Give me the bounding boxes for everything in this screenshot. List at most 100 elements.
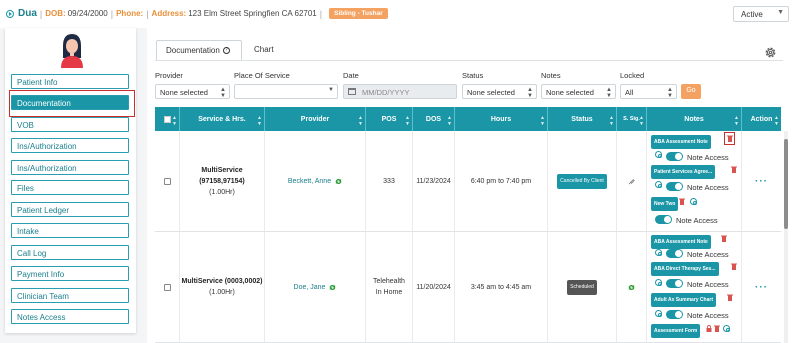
date-filter-placeholder: MM/DD/YYYY [362,88,410,97]
sidebar-item-ins-authorization[interactable]: Ins/Authorization [11,138,129,153]
trash-icon[interactable] [727,135,733,142]
notes-filter-select[interactable]: None selected ▲ ▼ [541,84,616,99]
signature-icon[interactable] [628,178,635,185]
header-dos[interactable]: DOS ▲ ▼ [413,107,455,131]
dob-label: DOB: [45,9,66,18]
gear-icon[interactable] [764,46,777,59]
trash-icon[interactable] [721,235,727,242]
header-status[interactable]: Status ▲ ▼ [548,107,617,131]
table-scrollbar[interactable] [784,131,788,343]
sidebar-item-patient-info[interactable]: Patient Info [11,74,129,89]
provider-link[interactable]: Doe, Jane [294,282,326,293]
sort-icon[interactable]: ▲ ▼ [172,115,177,127]
sidebar-item-payment-info[interactable]: Payment Info [11,266,129,281]
service-name: MultiService (0003,0002) [181,278,263,285]
sort-icon: ▲ ▼ [609,115,614,127]
help-icon[interactable]: ? [222,47,230,55]
settings-icon[interactable] [655,310,662,317]
settings-icon[interactable] [655,181,662,188]
more-icon[interactable]: ··· [755,282,768,293]
sort-icon: ▲ ▼ [358,115,363,127]
select-all-checkbox[interactable] [163,115,171,123]
locked-filter-label: Locked [620,71,645,80]
note-access-toggle[interactable] [666,310,683,319]
status-filter-select[interactable]: None selected ▲ ▼ [462,84,537,99]
notes-cell: ABA Assessment Note Note Access ABA Dire… [647,232,742,342]
date-filter-input[interactable]: MM/DD/YYYY [343,84,457,99]
settings-icon[interactable] [690,198,697,205]
settings-icon[interactable] [655,249,662,256]
separator: | [39,8,43,19]
note-access-toggle[interactable] [666,249,683,258]
patient-status-select[interactable]: Active ▼ [733,6,789,22]
header-pos[interactable]: POS ▲ ▼ [366,107,413,131]
sibling-badge[interactable]: Sibling - Tushar [329,8,388,19]
tab-documentation[interactable]: Documentation? [156,40,242,61]
header-provider[interactable]: Provider ▲ ▼ [265,107,366,131]
provider-link[interactable]: Beckett, Anne [288,176,331,187]
note-tag[interactable]: Assessment Form [651,324,701,338]
status-filter-value: None selected [467,88,515,97]
locked-filter-select[interactable]: All ▲ ▼ [620,84,677,99]
calendar-icon[interactable] [348,88,356,95]
trash-icon[interactable] [727,294,733,301]
sync-icon[interactable] [335,178,342,185]
note-tag[interactable]: ABA Assessment Note [651,135,711,149]
header-notes[interactable]: Notes ▲ ▼ [647,107,742,131]
more-icon[interactable]: ··· [755,176,768,187]
row-checkbox[interactable] [163,177,171,185]
tab-chart[interactable]: Chart [245,40,285,61]
sidebar-item-ins-authorization-2[interactable]: Ins/Authorization [11,160,129,175]
note-tag[interactable]: New Two [651,197,679,211]
note-access-toggle[interactable] [666,182,683,191]
signature-cell [617,232,647,342]
lock-icon[interactable] [706,325,712,332]
pos-filter-select[interactable]: ▼ [234,84,338,99]
provider-filter-label: Provider [155,71,183,80]
note-tag[interactable]: ABA Assessment Note [651,235,711,249]
note-access-toggle[interactable] [655,215,672,224]
tab-chart-label: Chart [254,45,274,54]
sidebar-item-call-log[interactable]: Call Log [11,245,129,260]
header-provider-label: Provider [300,115,330,123]
sidebar-item-clinician-team[interactable]: Clinician Team [11,288,129,303]
sidebar-item-files[interactable]: Files [11,180,129,195]
separator: | [319,8,323,19]
go-button[interactable]: Go [681,84,701,99]
chevron-down-icon: ▼ [328,87,334,93]
header-notes-label: Notes [684,115,704,123]
note-access-toggle[interactable] [666,152,683,161]
row-checkbox[interactable] [163,283,171,291]
trash-icon[interactable] [714,325,720,332]
provider-filter-select[interactable]: None selected ▲ ▼ [155,84,230,99]
status-cell: Scheduled [548,232,617,342]
note-tag[interactable]: ABA Direct Therapy Ses... [651,262,719,276]
sync-icon[interactable] [329,284,336,291]
sidebar-item-patient-ledger[interactable]: Patient Ledger [11,202,129,217]
sidebar-item-documentation[interactable]: Documentation [11,95,129,110]
header-hours[interactable]: Hours ▲ ▼ [455,107,548,131]
sidebar-item-intake[interactable]: Intake [11,223,129,238]
service-cell: MultiService (97158,97154) (1.00Hr) [180,131,265,231]
patient-sidebar: Patient Info Documentation VOB Ins/Autho… [5,28,136,333]
sync-icon[interactable] [628,284,635,291]
trash-icon[interactable] [731,166,737,173]
note-access-toggle[interactable] [666,279,683,288]
settings-icon[interactable] [655,151,662,158]
header-s-sig[interactable]: S. Sig. ▲ ▼ [617,107,647,131]
sidebar-item-vob[interactable]: VOB [11,117,129,132]
pos-cell: Telehealth In Home [366,232,413,342]
avatar-icon [61,34,83,68]
settings-icon[interactable] [723,325,730,332]
notes-cell: ABA Assessment Note Note Access Patient … [647,131,742,231]
header-pos-label: POS [381,115,397,123]
trash-icon[interactable] [679,198,685,205]
trash-icon[interactable] [731,263,737,270]
note-tag[interactable]: Patient Services Agree... [651,165,716,179]
play-circle-icon[interactable] [6,9,14,18]
settings-icon[interactable] [655,279,662,286]
note-tag[interactable]: Adult Ax Summary Chart [651,293,716,307]
sidebar-item-notes-access[interactable]: Notes Access [11,309,129,324]
scrollbar-thumb[interactable] [784,139,788,229]
header-service[interactable]: Service & Hrs. ▲ ▼ [180,107,265,131]
